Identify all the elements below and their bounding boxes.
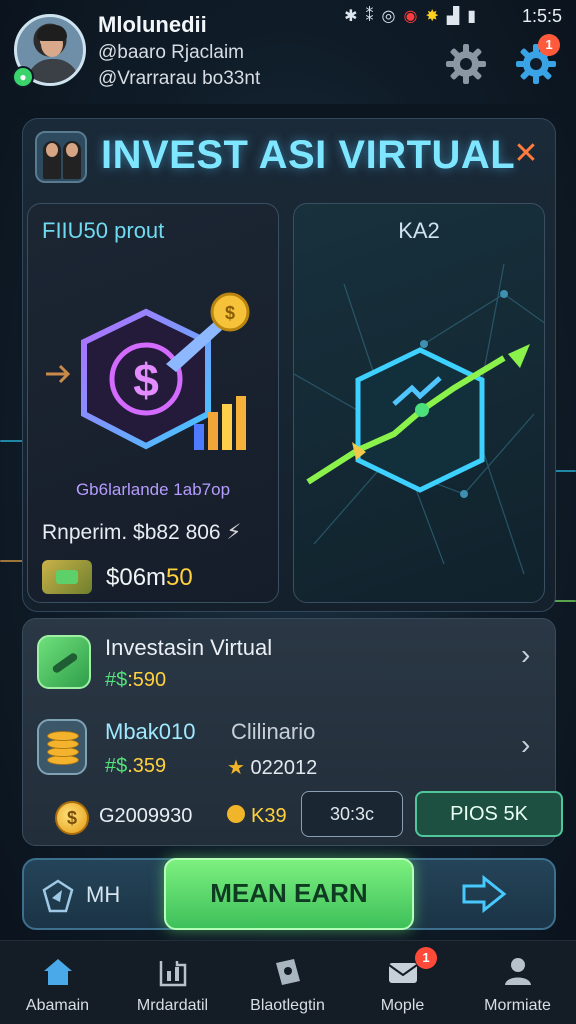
arrow-right-icon[interactable] — [460, 874, 508, 914]
list-item-title[interactable]: Mbak010 — [105, 719, 196, 745]
nav-badge: 1 — [415, 947, 437, 969]
chevron-right-icon[interactable]: › — [521, 729, 530, 761]
list-item-value: #$.359 — [105, 755, 167, 777]
profit-amount: Rnperim. $b82 806 ⚡ — [42, 521, 242, 544]
shield-icon[interactable] — [40, 878, 76, 914]
action-label: MH — [86, 882, 121, 907]
list-item-subtitle: Clilinario — [231, 719, 316, 744]
small-coin-value: K39 — [251, 805, 287, 827]
nav-item-profile[interactable]: Mormiate — [460, 941, 575, 1024]
card-title: INVEST ASI VIRTUAL — [101, 133, 516, 177]
svg-text:$: $ — [133, 354, 159, 406]
dollar-shield-icon: $ $ — [46, 292, 250, 450]
nav-label: Mormiate — [484, 997, 551, 1014]
nav-label: Mople — [380, 997, 425, 1014]
star-icon: ★ — [227, 757, 245, 779]
amount-input[interactable]: 30:3c — [301, 791, 403, 837]
header-divider — [0, 104, 576, 118]
chevron-right-icon[interactable]: › — [521, 639, 530, 671]
profile-header: ● Mlolunedii @baaro Rjaclaim @Vrarrarau … — [0, 0, 576, 104]
investment-icon — [37, 635, 91, 689]
online-status-icon: ● — [12, 66, 34, 88]
earn-button[interactable]: MEAN EARN — [164, 858, 414, 930]
plus-button[interactable]: PIOS 5K — [415, 791, 563, 837]
investment-list: Investasin Virtual #$:590 › Mbak010 Clil… — [22, 618, 563, 846]
bg-streak — [554, 600, 576, 602]
home-icon — [44, 959, 72, 985]
ticket-icon — [276, 959, 300, 985]
panel-title: FIIU50 prout — [42, 218, 165, 243]
cash-value: $06m50 — [106, 564, 193, 591]
panel-caption: Gb6larlande 1ab7op — [75, 480, 231, 499]
team-avatar — [35, 131, 87, 183]
market-icon — [159, 961, 187, 987]
nav-item-market[interactable]: Mrdardatil — [115, 941, 230, 1024]
nav-label: Blaotlegtin — [250, 997, 325, 1014]
profit-panel[interactable]: FIIU50 prout $ $ Gb6larlande 1ab7op Rnpe… — [27, 203, 279, 603]
nav-item-messages[interactable]: 1 Mople — [345, 941, 460, 1024]
nav-item-home[interactable]: Abamain — [0, 941, 115, 1024]
close-icon[interactable]: ✕ — [509, 137, 543, 171]
nav-label: Abamain — [25, 997, 90, 1014]
bg-streak — [0, 560, 24, 562]
list-item-stat: ★ 022012 — [227, 757, 318, 779]
user-name: Mlolunedii — [98, 12, 207, 37]
list-item-value: #$:590 — [105, 669, 167, 691]
coin-balance: G2009930 — [99, 805, 193, 827]
coin-stack-icon — [37, 719, 87, 775]
list-item-title[interactable]: Investasin Virtual — [105, 635, 272, 661]
user-handle: @baaro Rjaclaim — [98, 42, 245, 63]
growth-panel[interactable]: KA2 — [293, 203, 545, 603]
cash-icon — [42, 560, 92, 594]
panel-title: KA2 — [398, 218, 440, 243]
invest-card: INVEST ASI VIRTUAL ✕ FIIU50 prout $ $ Gb… — [22, 118, 556, 612]
action-bar: MH MEAN EARN — [22, 858, 556, 930]
notification-badge: 1 — [538, 34, 560, 56]
nav-label: Mrdardatil — [136, 997, 209, 1014]
svg-text:$: $ — [225, 303, 235, 323]
user-subhandle: @Vrarrarau bo33nt — [98, 68, 261, 89]
small-coin-icon — [227, 805, 245, 823]
user-icon — [505, 958, 531, 985]
coin-icon: $ — [55, 801, 89, 835]
nav-item-collection[interactable]: Blaotlegtin — [230, 941, 345, 1024]
bottom-nav: Abamain Mrdardatil Blaotlegtin 1 Mople M… — [0, 940, 576, 1024]
settings-gear-icon[interactable] — [444, 42, 488, 86]
growth-chart-icon — [294, 264, 544, 575]
